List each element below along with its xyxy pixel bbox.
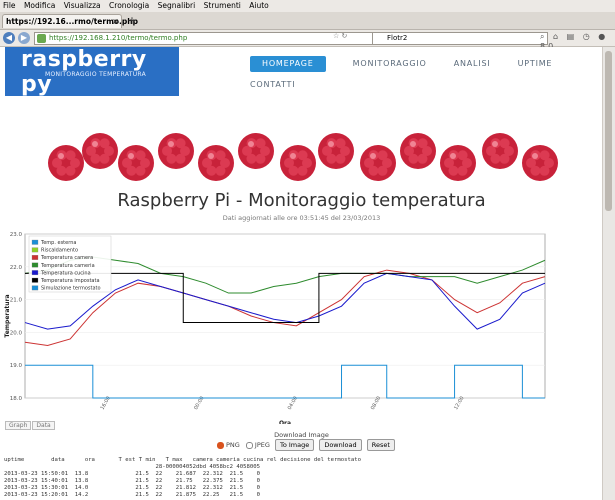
y-tick-label: 19.0	[10, 363, 23, 369]
navigation-bar: ◀ ▶ https://192.168.1.210/termo/termo.ph…	[0, 30, 615, 51]
table-header-2: 28-000004052dbd 4058bc2 4058005	[4, 464, 260, 470]
url-text: https://192.168.1.210/termo/termo.php	[49, 34, 188, 42]
search-input[interactable]: Flotr2	[372, 32, 548, 45]
back-icon[interactable]: ◀	[3, 32, 15, 44]
download-title: Download Image	[274, 431, 329, 439]
legend-label: Temperatura cameria	[40, 263, 95, 269]
temperature-chart[interactable]: 18.019.020.021.022.023.016:00 00:00 04:00 0…	[3, 228, 603, 424]
page-scrollbar[interactable]	[602, 47, 615, 500]
table-row: 2013-03-23 15:50:01 13.8 21.5 22 21.687 …	[4, 471, 260, 477]
y-axis-title: Temperatura	[4, 294, 11, 337]
menubar: File Modifica Visualizza Cronologia Segn…	[0, 0, 615, 12]
jpeg-radio[interactable]	[245, 441, 253, 449]
url-bar[interactable]: https://192.168.1.210/termo/termo.php	[34, 32, 380, 45]
legend-label: Temp. esterna	[40, 240, 76, 246]
menu-segnalibri[interactable]: Segnalibri	[158, 1, 196, 10]
menu-modifica[interactable]: Modifica	[24, 1, 55, 10]
graph-tabs: Graph Data	[5, 421, 56, 430]
nav-uptime[interactable]: UPTIME	[518, 56, 553, 72]
table-row: 2013-03-23 15:30:01 14.0 21.5 22 21.812 …	[4, 485, 260, 491]
legend-swatch	[31, 239, 39, 245]
legend-swatch	[31, 255, 39, 260]
nav-contatti[interactable]: CONTATTI	[250, 77, 295, 93]
tab-graph[interactable]: Graph	[5, 421, 32, 430]
legend-swatch	[31, 285, 39, 291]
table-row: 2013-03-23 15:20:01 14.2 21.5 22 21.875 …	[4, 492, 260, 498]
x-axis-title: Ora	[279, 420, 291, 424]
page-title: Raspberry Pi - Monitoraggio temperatura	[117, 190, 486, 211]
legend-swatch	[31, 270, 39, 276]
menu-file[interactable]: File	[3, 1, 16, 10]
nav-monitoraggio[interactable]: MONITORAGGIO	[353, 56, 427, 72]
star-icon[interactable]: ☆ ↻	[333, 32, 347, 40]
legend-label: Simulazione termostato	[41, 286, 101, 292]
legend-label: Riscaldamento	[41, 248, 78, 254]
nav-analisi[interactable]: ANALISI	[454, 56, 491, 72]
jpeg-label: JPEG	[254, 441, 270, 449]
tab-data[interactable]: Data	[32, 421, 55, 430]
close-icon[interactable]: ×	[112, 15, 119, 29]
legend-label: Temperatura cucina	[40, 270, 91, 276]
logo-subtitle: MONITORAGGIO TEMPERATURA	[45, 71, 147, 78]
table-header: uptime data ora T est T min T max camera…	[4, 457, 361, 463]
download-button[interactable]: Download	[319, 439, 362, 451]
legend-label: Temperatura camera	[40, 255, 93, 261]
menu-aiuto[interactable]: Aiuto	[249, 1, 269, 10]
y-tick-label: 21.0	[10, 298, 23, 304]
menu-strumenti[interactable]: Strumenti	[204, 1, 241, 10]
menu-cronologia[interactable]: Cronologia	[109, 1, 149, 10]
download-controls: PNG JPEG To Image Download Reset	[217, 439, 395, 451]
raspberries-banner	[48, 111, 560, 191]
legend-swatch	[31, 247, 39, 253]
scrollbar-thumb[interactable]	[605, 51, 612, 211]
site-nav: HOMEPAGE MONITORAGGIO ANALISI UPTIME CON…	[250, 51, 603, 89]
browser-tab[interactable]: https://192.16...rmo/termo.php ×	[2, 14, 138, 29]
site-logo[interactable]: raspberry py MONITORAGGIO TEMPERATURA	[5, 47, 179, 97]
png-radio[interactable]	[217, 441, 224, 449]
tab-strip: https://192.16...rmo/termo.php × +	[0, 12, 615, 30]
legend-swatch	[31, 262, 39, 268]
nav-homepage[interactable]: HOMEPAGE	[250, 56, 326, 72]
reset-button[interactable]: Reset	[366, 439, 395, 451]
data-table: uptime data ora T est T min T max camera…	[4, 457, 361, 499]
png-label: PNG	[226, 441, 240, 449]
web-page: raspberry py MONITORAGGIO TEMPERATURA HO…	[0, 47, 603, 500]
legend-swatch	[31, 277, 39, 283]
forward-icon[interactable]: ▶	[18, 32, 30, 44]
y-tick-label: 22.0	[10, 265, 23, 271]
site-identity-icon[interactable]	[37, 34, 46, 43]
new-tab-icon[interactable]: +	[126, 15, 138, 27]
search-text: Flotr2	[387, 34, 408, 42]
menu-visualizza[interactable]: Visualizza	[64, 1, 101, 10]
legend-label: Temperatura impostata	[40, 278, 100, 284]
update-subtitle: Dati aggiornati alle ore 03:51:45 del 23…	[222, 214, 381, 222]
y-tick-label: 18.0	[10, 396, 23, 402]
y-tick-label: 20.0	[10, 330, 23, 336]
table-row: 2013-03-23 15:40:01 13.8 21.5 22 21.75 2…	[4, 478, 260, 484]
to-image-button[interactable]: To Image	[274, 439, 315, 451]
y-tick-label: 23.0	[10, 232, 23, 238]
